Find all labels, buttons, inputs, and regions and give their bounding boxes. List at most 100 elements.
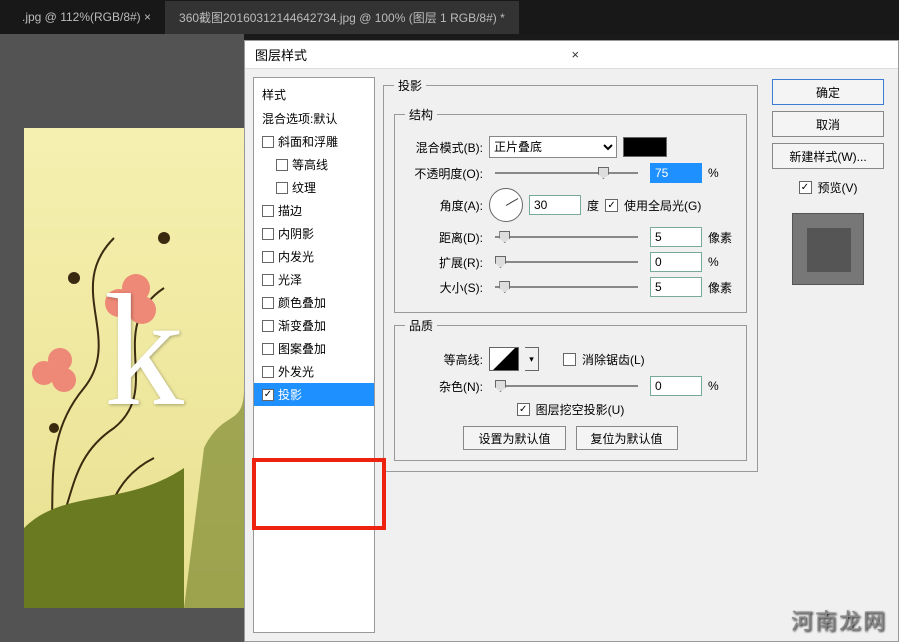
shadow-color-swatch[interactable]	[623, 137, 667, 157]
noise-label: 杂色(N):	[405, 378, 483, 395]
style-item-内阴影[interactable]: 内阴影	[254, 222, 374, 245]
dialog-title-text: 图层样式	[255, 45, 572, 64]
style-checkbox[interactable]	[262, 297, 274, 309]
structure-legend: 结构	[405, 106, 437, 123]
style-checkbox[interactable]	[262, 320, 274, 332]
size-label: 大小(S):	[405, 279, 483, 296]
blend-mode-select[interactable]: 正片叠底	[489, 136, 617, 158]
style-checkbox[interactable]	[262, 366, 274, 378]
size-unit: 像素	[708, 279, 736, 296]
style-item-渐变叠加[interactable]: 渐变叠加	[254, 314, 374, 337]
style-item-颜色叠加[interactable]: 颜色叠加	[254, 291, 374, 314]
opacity-input[interactable]	[650, 163, 702, 183]
knockout-checkbox[interactable]	[517, 403, 530, 416]
shadow-fieldset: 投影 结构 混合模式(B): 正片叠底 不透明度(O): %	[383, 77, 758, 472]
style-item-光泽[interactable]: 光泽	[254, 268, 374, 291]
preview-thumbnail	[792, 213, 864, 285]
antialias-label: 消除锯齿(L)	[582, 351, 645, 368]
style-item-斜面和浮雕[interactable]: 斜面和浮雕	[254, 130, 374, 153]
spread-slider[interactable]	[495, 261, 638, 263]
preview-checkbox[interactable]	[799, 181, 812, 194]
style-checkbox[interactable]	[262, 251, 274, 263]
ok-button[interactable]: 确定	[772, 79, 884, 105]
set-default-button[interactable]: 设置为默认值	[463, 426, 565, 450]
angle-unit: 度	[587, 197, 599, 214]
angle-label: 角度(A):	[405, 197, 483, 214]
blend-mode-label: 混合模式(B):	[405, 139, 483, 156]
style-item-label: 斜面和浮雕	[278, 133, 338, 150]
style-item-label: 投影	[278, 386, 302, 403]
style-item-label: 渐变叠加	[278, 317, 326, 334]
opacity-unit: %	[708, 166, 736, 180]
style-checkbox[interactable]	[262, 274, 274, 286]
style-item-label: 内阴影	[278, 225, 314, 242]
noise-slider[interactable]	[495, 385, 638, 387]
style-item-label: 纹理	[292, 179, 316, 196]
global-light-label: 使用全局光(G)	[624, 197, 701, 214]
cancel-button[interactable]: 取消	[772, 111, 884, 137]
watermark-text: 河南龙网	[791, 604, 887, 636]
document-tabs: .jpg @ 112%(RGB/8#) × 360截图2016031214464…	[0, 0, 899, 34]
style-item-label: 外发光	[278, 363, 314, 380]
style-checkbox[interactable]	[262, 343, 274, 355]
distance-input[interactable]	[650, 227, 702, 247]
angle-dial[interactable]	[489, 188, 523, 222]
shadow-legend: 投影	[394, 77, 426, 94]
style-item-纹理[interactable]: 纹理	[254, 176, 374, 199]
highlight-annotation	[252, 458, 386, 530]
style-checkbox[interactable]	[276, 159, 288, 171]
distance-slider[interactable]	[495, 236, 638, 238]
style-checkbox[interactable]	[262, 205, 274, 217]
style-item-label: 描边	[278, 202, 302, 219]
canvas[interactable]: k	[24, 128, 244, 608]
spread-input[interactable]	[650, 252, 702, 272]
style-checkbox[interactable]	[262, 389, 274, 401]
text-layer-k: k	[104, 258, 184, 443]
spread-label: 扩展(R):	[405, 254, 483, 271]
quality-legend: 品质	[405, 317, 437, 334]
layer-style-dialog: 图层样式 × 样式 混合选项:默认 斜面和浮雕等高线纹理描边内阴影内发光光泽颜色…	[244, 40, 899, 642]
noise-unit: %	[708, 379, 736, 393]
style-item-图案叠加[interactable]: 图案叠加	[254, 337, 374, 360]
contour-dropdown-icon[interactable]: ▾	[525, 347, 539, 371]
style-item-描边[interactable]: 描边	[254, 199, 374, 222]
tab-doc-1[interactable]: .jpg @ 112%(RGB/8#) ×	[8, 2, 165, 32]
close-icon[interactable]: ×	[572, 47, 889, 62]
style-item-label: 等高线	[292, 156, 328, 173]
quality-fieldset: 品质 等高线: ▾ 消除锯齿(L) 杂色(N): %	[394, 317, 747, 461]
style-checkbox[interactable]	[276, 182, 288, 194]
style-item-投影[interactable]: 投影	[254, 383, 374, 406]
opacity-slider[interactable]	[495, 172, 638, 174]
style-item-label: 内发光	[278, 248, 314, 265]
styles-list: 样式 混合选项:默认 斜面和浮雕等高线纹理描边内阴影内发光光泽颜色叠加渐变叠加图…	[253, 77, 375, 633]
style-item-label: 光泽	[278, 271, 302, 288]
distance-label: 距离(D):	[405, 229, 483, 246]
antialias-checkbox[interactable]	[563, 353, 576, 366]
effect-settings: 投影 结构 混合模式(B): 正片叠底 不透明度(O): %	[383, 77, 758, 633]
knockout-label: 图层挖空投影(U)	[536, 401, 625, 418]
style-checkbox[interactable]	[262, 136, 274, 148]
spread-unit: %	[708, 255, 736, 269]
size-slider[interactable]	[495, 286, 638, 288]
style-item-外发光[interactable]: 外发光	[254, 360, 374, 383]
global-light-checkbox[interactable]	[605, 199, 618, 212]
new-style-button[interactable]: 新建样式(W)...	[772, 143, 884, 169]
distance-unit: 像素	[708, 229, 736, 246]
angle-input[interactable]	[529, 195, 581, 215]
blend-options-default[interactable]: 混合选项:默认	[254, 107, 374, 130]
style-item-等高线[interactable]: 等高线	[254, 153, 374, 176]
tab-doc-2[interactable]: 360截图20160312144642734.jpg @ 100% (图层 1 …	[165, 1, 519, 34]
style-item-label: 图案叠加	[278, 340, 326, 357]
structure-fieldset: 结构 混合模式(B): 正片叠底 不透明度(O): % 角度(A):	[394, 106, 747, 313]
contour-label: 等高线:	[405, 351, 483, 368]
dialog-titlebar[interactable]: 图层样式 ×	[245, 41, 898, 69]
style-item-label: 颜色叠加	[278, 294, 326, 311]
noise-input[interactable]	[650, 376, 702, 396]
size-input[interactable]	[650, 277, 702, 297]
style-item-内发光[interactable]: 内发光	[254, 245, 374, 268]
styles-header[interactable]: 样式	[254, 84, 374, 107]
reset-default-button[interactable]: 复位为默认值	[576, 426, 678, 450]
style-checkbox[interactable]	[262, 228, 274, 240]
contour-picker[interactable]	[489, 347, 519, 371]
preview-label: 预览(V)	[818, 179, 858, 196]
